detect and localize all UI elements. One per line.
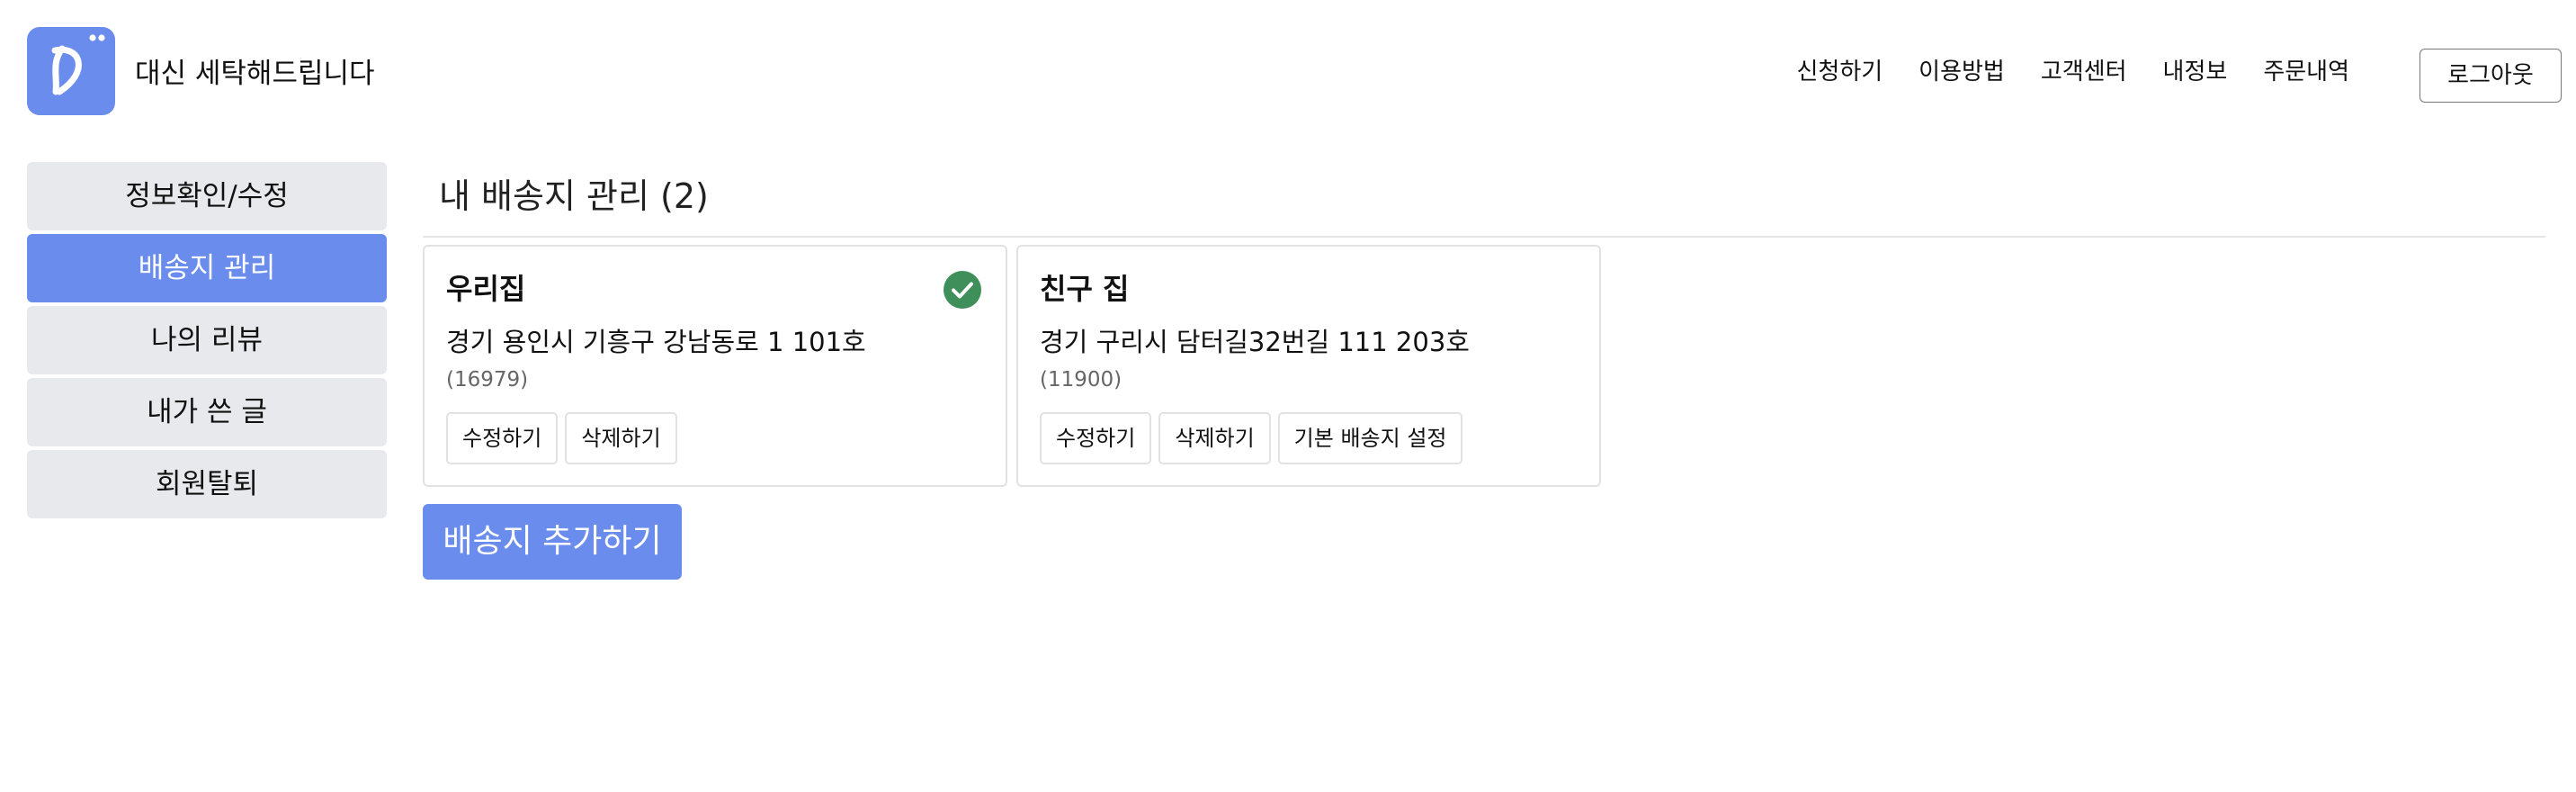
address-actions: 수정하기 삭제하기 (446, 412, 677, 464)
address-line: 경기 구리시 담터길32번길 111 203호 (1040, 327, 1470, 357)
address-name: 친구 집 (1040, 272, 1130, 306)
logout-button[interactable]: 로그아웃 (2419, 49, 2562, 103)
set-default-address-button[interactable]: 기본 배송지 설정 (1277, 412, 1463, 464)
sidebar-item-my-reviews[interactable]: 나의 리뷰 (27, 306, 387, 374)
delete-address-button[interactable]: 삭제하기 (565, 412, 677, 464)
logo[interactable] (27, 27, 115, 115)
edit-address-button[interactable]: 수정하기 (446, 412, 559, 464)
address-zipcode: (16979) (446, 368, 529, 392)
check-circle-icon (943, 270, 982, 310)
letter-d-logo-icon (51, 34, 105, 95)
nav-how-to-use[interactable]: 이용방법 (1919, 56, 2005, 88)
nav-apply[interactable]: 신청하기 (1796, 56, 1883, 88)
sidebar-item-withdraw[interactable]: 회원탈퇴 (27, 450, 387, 518)
edit-address-button[interactable]: 수정하기 (1040, 412, 1152, 464)
page-title: 내 배송지 관리 (2) (439, 176, 709, 216)
sidebar-item-address-management[interactable]: 배송지 관리 (27, 234, 387, 302)
sidebar-item-my-posts[interactable]: 내가 쓴 글 (27, 378, 387, 446)
nav-my-info[interactable]: 내정보 (2163, 56, 2228, 88)
nav-customer-center[interactable]: 고객센터 (2041, 56, 2127, 88)
brand-name[interactable]: 대신 세탁해드립니다 (135, 56, 375, 92)
title-divider (423, 236, 2545, 238)
sidebar-item-profile-edit[interactable]: 정보확인/수정 (27, 162, 387, 230)
address-name: 우리집 (446, 272, 526, 306)
address-line: 경기 용인시 기흥구 강남동로 1 101호 (446, 327, 866, 357)
address-actions: 수정하기 삭제하기 기본 배송지 설정 (1040, 412, 1463, 464)
nav-order-history[interactable]: 주문내역 (2263, 56, 2349, 88)
address-zipcode: (11900) (1040, 368, 1123, 392)
delete-address-button[interactable]: 삭제하기 (1158, 412, 1271, 464)
address-card: 우리집 경기 용인시 기흥구 강남동로 1 101호 (16979) 수정하기 … (423, 245, 1007, 487)
address-card: 친구 집 경기 구리시 담터길32번길 111 203호 (11900) 수정하… (1016, 245, 1601, 487)
top-nav: 신청하기 이용방법 고객센터 내정보 주문내역 (1796, 56, 2349, 88)
add-address-button[interactable]: 배송지 추가하기 (423, 504, 682, 580)
